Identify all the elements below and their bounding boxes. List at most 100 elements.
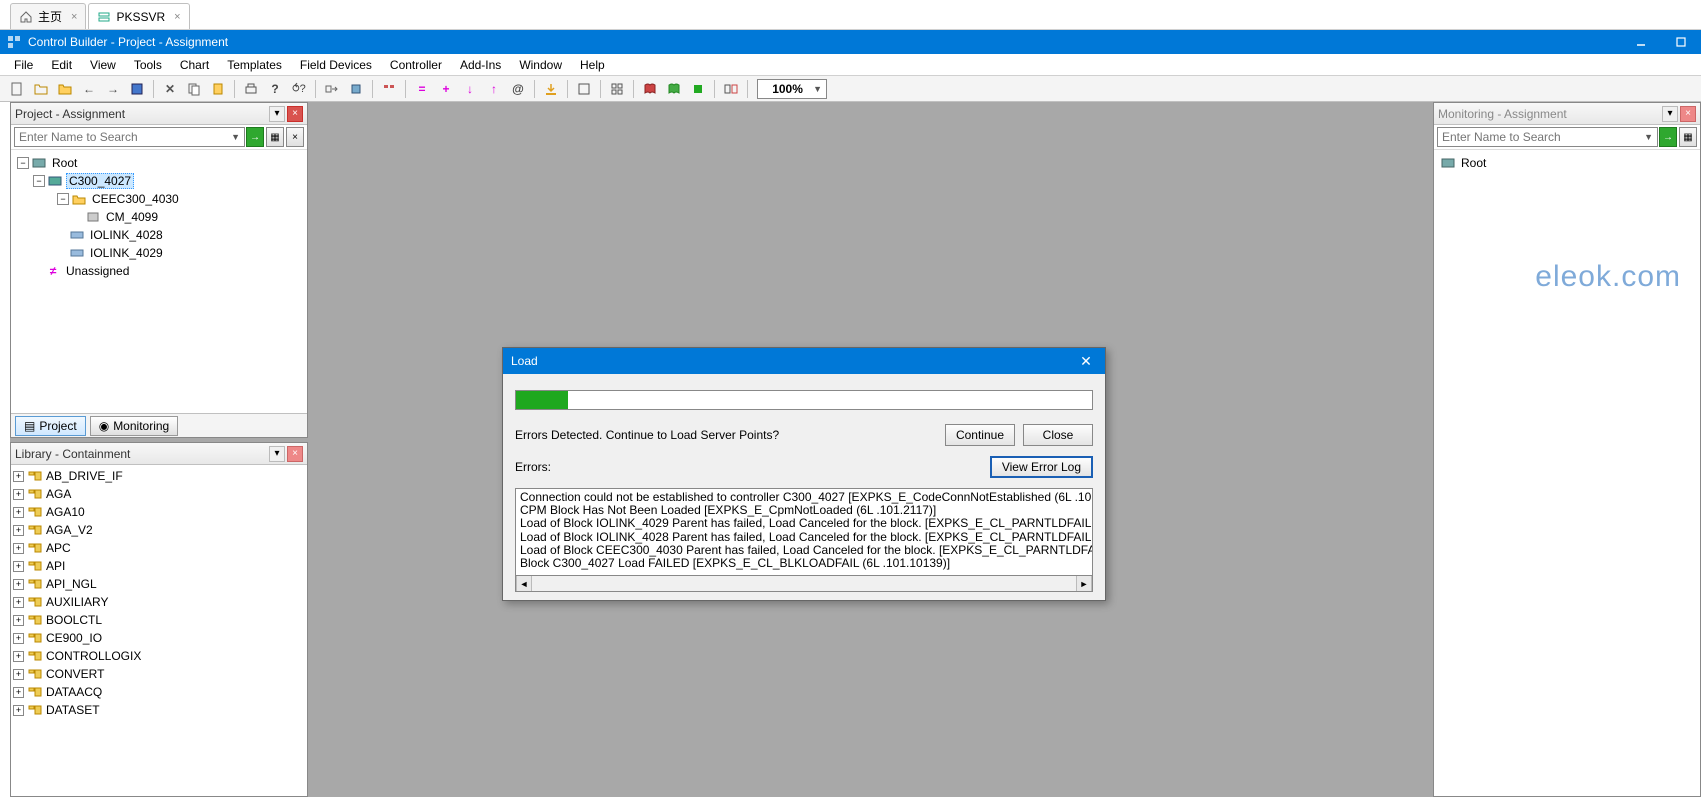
library-item[interactable]: +AUXILIARY <box>13 593 305 611</box>
tree-expand-icon[interactable]: + <box>13 507 24 518</box>
library-item[interactable]: +APC <box>13 539 305 557</box>
menu-tools[interactable]: Tools <box>126 56 170 74</box>
close-button[interactable]: Close <box>1023 424 1093 446</box>
menu-addins[interactable]: Add-Ins <box>452 56 509 74</box>
new-icon[interactable] <box>6 78 28 100</box>
tree-io1[interactable]: IOLINK_4028 <box>88 228 165 242</box>
folder-icon[interactable] <box>30 78 52 100</box>
tree-cm[interactable]: CM_4099 <box>104 210 160 224</box>
library-item[interactable]: +AB_DRIVE_IF <box>13 467 305 485</box>
tree-expand-icon[interactable]: + <box>13 651 24 662</box>
panel-close-icon[interactable]: × <box>287 446 303 462</box>
scroll-right-icon[interactable]: ► <box>1076 576 1092 591</box>
error-scrollbar[interactable]: ◄ ► <box>515 576 1093 592</box>
align-icon[interactable] <box>378 78 400 100</box>
menu-view[interactable]: View <box>82 56 124 74</box>
scroll-track[interactable] <box>532 576 1076 591</box>
tree-expand-icon[interactable]: + <box>13 633 24 644</box>
tree-expand-icon[interactable]: + <box>13 525 24 536</box>
panel-options-icon[interactable]: ▾ <box>1662 106 1678 122</box>
maximize-button[interactable] <box>1667 34 1695 50</box>
book2-icon[interactable] <box>663 78 685 100</box>
library-item[interactable]: +AGA_V2 <box>13 521 305 539</box>
tree-collapse-icon[interactable]: − <box>33 175 45 187</box>
tree-expand-icon[interactable]: + <box>13 669 24 680</box>
stop-icon[interactable] <box>687 78 709 100</box>
window-icon[interactable] <box>573 78 595 100</box>
tree-root[interactable]: Root <box>50 156 79 170</box>
equal-icon[interactable]: = <box>411 78 433 100</box>
whatsthis-icon[interactable]: ⥀? <box>288 78 310 100</box>
panel-options-icon[interactable]: ▾ <box>269 106 285 122</box>
menu-field-devices[interactable]: Field Devices <box>292 56 380 74</box>
tree-root[interactable]: Root <box>1459 156 1488 170</box>
tree-collapse-icon[interactable]: − <box>17 157 29 169</box>
book1-icon[interactable] <box>639 78 661 100</box>
load-icon[interactable] <box>540 78 562 100</box>
assign-icon[interactable] <box>321 78 343 100</box>
tree-expand-icon[interactable]: + <box>13 561 24 572</box>
up-icon[interactable]: ↑ <box>483 78 505 100</box>
tree-expand-icon[interactable]: + <box>13 705 24 716</box>
view-error-log-button[interactable]: View Error Log <box>990 456 1093 478</box>
tree-expand-icon[interactable]: + <box>13 471 24 482</box>
down-icon[interactable]: ↓ <box>459 78 481 100</box>
tab-project[interactable]: ▤Project <box>15 416 86 436</box>
project-tree[interactable]: −Root −C300_4027 −CEEC300_4030 CM_4099 I… <box>11 150 307 413</box>
search-go-button[interactable]: → <box>1659 127 1677 147</box>
library-item[interactable]: +CONTROLLOGIX <box>13 647 305 665</box>
tree-collapse-icon[interactable]: − <box>57 193 69 205</box>
menu-controller[interactable]: Controller <box>382 56 450 74</box>
help-pointer-icon[interactable]: ? <box>264 78 286 100</box>
error-log-box[interactable]: Connection could not be established to c… <box>515 488 1093 576</box>
menu-templates[interactable]: Templates <box>219 56 290 74</box>
tree-expand-icon[interactable]: + <box>13 597 24 608</box>
monitoring-tree[interactable]: Root <box>1434 150 1700 796</box>
search-input[interactable] <box>14 127 245 147</box>
library-item[interactable]: +BOOLCTL <box>13 611 305 629</box>
copy-icon[interactable] <box>183 78 205 100</box>
panel-close-icon[interactable]: × <box>1680 106 1696 122</box>
minimize-button[interactable] <box>1627 34 1655 50</box>
search-clear-button[interactable]: × <box>286 127 304 147</box>
tree-expand-icon[interactable]: + <box>13 579 24 590</box>
close-icon[interactable]: × <box>174 11 180 23</box>
open-icon[interactable] <box>54 78 76 100</box>
search-input[interactable] <box>1437 127 1658 147</box>
library-item[interactable]: +DATAACQ <box>13 683 305 701</box>
menu-window[interactable]: Window <box>511 56 570 74</box>
browser-tab-home[interactable]: 主页 × <box>10 3 86 29</box>
tree-expand-icon[interactable]: + <box>13 489 24 500</box>
dialog-close-icon[interactable]: ✕ <box>1075 352 1097 370</box>
plus-icon[interactable]: + <box>435 78 457 100</box>
tree-expand-icon[interactable]: + <box>13 543 24 554</box>
search-go-button[interactable]: → <box>246 127 264 147</box>
tab-monitoring[interactable]: ◉Monitoring <box>90 416 179 436</box>
tree-c300[interactable]: C300_4027 <box>66 173 134 189</box>
menu-file[interactable]: File <box>6 56 41 74</box>
library-list[interactable]: +AB_DRIVE_IF+AGA+AGA10+AGA_V2+APC+API+AP… <box>11 465 307 796</box>
at-icon[interactable]: @ <box>507 78 529 100</box>
library-item[interactable]: +CONVERT <box>13 665 305 683</box>
browser-tab-pkssvr[interactable]: PKSSVR × <box>88 3 189 29</box>
grid-icon[interactable] <box>606 78 628 100</box>
dialog-titlebar[interactable]: Load ✕ <box>503 348 1105 374</box>
tree-io2[interactable]: IOLINK_4029 <box>88 246 165 260</box>
zoom-select[interactable]: 100% ▼ <box>757 79 827 99</box>
module-icon[interactable] <box>345 78 367 100</box>
tree-expand-icon[interactable]: + <box>13 615 24 626</box>
close-icon[interactable]: × <box>71 11 77 23</box>
search-list-button[interactable]: ▦ <box>266 127 284 147</box>
search-list-button[interactable]: ▦ <box>1679 127 1697 147</box>
library-item[interactable]: +DATASET <box>13 701 305 719</box>
forward-icon[interactable]: → <box>102 78 124 100</box>
scroll-left-icon[interactable]: ◄ <box>516 576 532 591</box>
panel-options-icon[interactable]: ▾ <box>269 446 285 462</box>
paste-icon[interactable] <box>207 78 229 100</box>
tree-ceec[interactable]: CEEC300_4030 <box>90 192 181 206</box>
save-icon[interactable] <box>126 78 148 100</box>
menu-chart[interactable]: Chart <box>172 56 217 74</box>
menu-edit[interactable]: Edit <box>43 56 80 74</box>
panel-close-icon[interactable]: × <box>287 106 303 122</box>
continue-button[interactable]: Continue <box>945 424 1015 446</box>
